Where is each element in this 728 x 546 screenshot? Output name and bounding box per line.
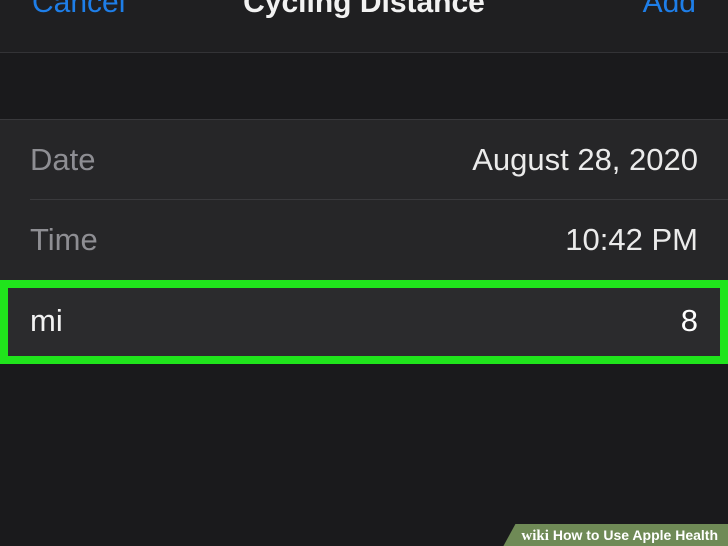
- watermark-text: How to Use Apple Health: [552, 527, 718, 543]
- distance-unit-label: mi: [30, 303, 63, 338]
- empty-area: [0, 364, 728, 546]
- date-label: Date: [30, 142, 96, 177]
- watermark-brand: wiki: [521, 528, 549, 544]
- section-spacer: [0, 53, 728, 119]
- date-row[interactable]: Date August 28, 2020: [0, 120, 728, 200]
- distance-input[interactable]: 8: [681, 280, 698, 362]
- health-add-data-screen: Cancel Cycling Distance Add Date August …: [0, 0, 728, 546]
- time-value[interactable]: 10:42 PM: [565, 200, 698, 280]
- time-row[interactable]: Time 10:42 PM: [0, 200, 728, 280]
- date-value[interactable]: August 28, 2020: [472, 120, 698, 200]
- data-entry-form: Date August 28, 2020 Time 10:42 PM mi 8: [0, 119, 728, 362]
- navigation-bar: Cancel Cycling Distance Add: [0, 0, 728, 53]
- add-button[interactable]: Add: [643, 0, 696, 20]
- time-label: Time: [30, 222, 98, 257]
- page-title: Cycling Distance: [243, 0, 485, 19]
- distance-row[interactable]: mi 8: [0, 280, 728, 362]
- watermark: wiki How to Use Apple Health: [503, 524, 728, 546]
